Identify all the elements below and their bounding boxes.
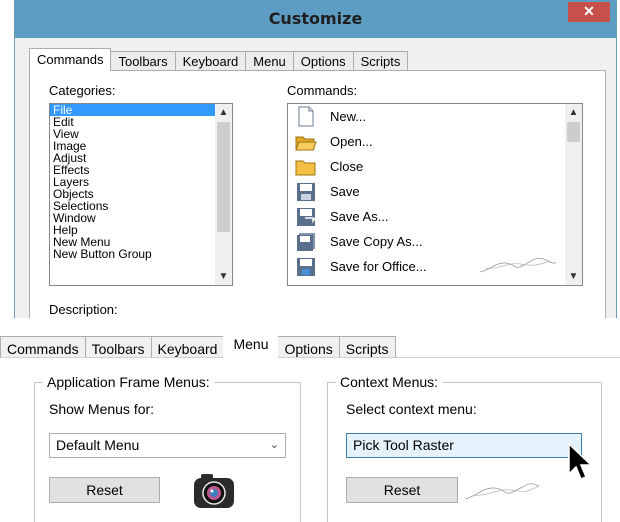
command-label: Close bbox=[330, 159, 364, 174]
tab-toolbars[interactable]: Toolbars bbox=[110, 51, 176, 71]
new-document-icon bbox=[292, 104, 320, 129]
scroll-up-icon[interactable]: ▲ bbox=[565, 104, 582, 121]
scroll-down-icon[interactable]: ▼ bbox=[215, 268, 232, 285]
commands-label: Commands: bbox=[287, 83, 358, 98]
show-menus-value: Default Menu bbox=[56, 437, 140, 453]
chevron-down-icon: ⌄ bbox=[269, 439, 279, 451]
scroll-thumb[interactable] bbox=[567, 122, 580, 142]
categories-label: Categories: bbox=[49, 83, 116, 98]
signature-scribble bbox=[479, 257, 557, 273]
category-new-button-group[interactable]: New Button Group bbox=[50, 248, 217, 260]
dialog-title: Customize bbox=[268, 9, 363, 28]
tab-options[interactable]: Options bbox=[292, 51, 354, 71]
close-folder-icon bbox=[292, 154, 320, 179]
customize-dialog: Customize ✕ Commands Toolbars Keyboard M… bbox=[14, 0, 617, 318]
context-menus-title: Context Menus: bbox=[336, 374, 443, 390]
mouse-pointer-icon bbox=[568, 443, 593, 480]
commands-scrollbar[interactable]: ▲ ▼ bbox=[565, 104, 582, 285]
command-label: Save Copy As... bbox=[330, 234, 423, 249]
open-folder-icon bbox=[292, 129, 320, 154]
camera-icon bbox=[194, 474, 234, 508]
menu-page: Application Frame Menus: Show Menus for:… bbox=[0, 357, 620, 522]
command-close[interactable]: Close bbox=[288, 154, 566, 179]
command-label: New... bbox=[330, 109, 367, 124]
title-bar[interactable]: Customize ✕ bbox=[15, 0, 616, 38]
tab-commands[interactable]: Commands bbox=[29, 48, 112, 71]
command-new[interactable]: New... bbox=[288, 104, 566, 129]
reset-button[interactable]: Reset bbox=[49, 477, 160, 503]
scroll-down-icon[interactable]: ▼ bbox=[565, 268, 582, 285]
show-menus-label: Show Menus for: bbox=[49, 401, 155, 417]
categories-scrollbar[interactable]: ▲ ▼ bbox=[215, 104, 232, 285]
context-menus-group: Context Menus: Select context menu: Pick… bbox=[327, 374, 602, 522]
command-label: Save As... bbox=[330, 209, 389, 224]
command-label: Open... bbox=[330, 134, 373, 149]
reset-button[interactable]: Reset bbox=[346, 477, 458, 503]
show-menus-dropdown[interactable]: Default Menu ⌄ bbox=[49, 433, 286, 458]
tab-menu[interactable]: Menu bbox=[245, 51, 294, 71]
save-office-icon bbox=[292, 254, 320, 279]
top-tab-strip: Commands Toolbars Keyboard Menu Options … bbox=[29, 48, 409, 71]
command-save-as[interactable]: Save As... bbox=[288, 204, 566, 229]
context-menu-value: Pick Tool Raster bbox=[353, 437, 454, 453]
commands-page: Categories: Commands: File Edit View Ima… bbox=[29, 70, 606, 318]
command-label: Save for Office... bbox=[330, 259, 427, 274]
category-file[interactable]: File bbox=[50, 104, 217, 116]
scroll-thumb[interactable] bbox=[217, 122, 230, 232]
save-as-icon bbox=[292, 204, 320, 229]
command-label: Save bbox=[330, 184, 360, 199]
commands-list[interactable]: New... Open... Close Save Save As... Sav… bbox=[287, 103, 583, 286]
categories-list[interactable]: File Edit View Image Adjust Effects Laye… bbox=[49, 103, 233, 286]
context-menu-dropdown[interactable]: Pick Tool Raster ⌄ bbox=[346, 433, 582, 458]
application-frame-menus-group: Application Frame Menus: Show Menus for:… bbox=[34, 374, 301, 522]
select-context-menu-label: Select context menu: bbox=[346, 401, 477, 417]
scroll-up-icon[interactable]: ▲ bbox=[215, 104, 232, 121]
command-open[interactable]: Open... bbox=[288, 129, 566, 154]
signature-scribble bbox=[464, 483, 540, 500]
tab-menu[interactable]: Menu bbox=[223, 330, 279, 361]
close-button[interactable]: ✕ bbox=[568, 2, 610, 22]
command-save[interactable]: Save bbox=[288, 179, 566, 204]
tab-scripts[interactable]: Scripts bbox=[352, 51, 409, 71]
save-icon bbox=[292, 179, 320, 204]
tab-keyboard[interactable]: Keyboard bbox=[174, 51, 247, 71]
description-label: Description: bbox=[49, 302, 118, 317]
command-save-copy-as[interactable]: Save Copy As... bbox=[288, 229, 566, 254]
application-frame-menus-title: Application Frame Menus: bbox=[43, 374, 214, 390]
save-copy-icon bbox=[292, 229, 320, 254]
